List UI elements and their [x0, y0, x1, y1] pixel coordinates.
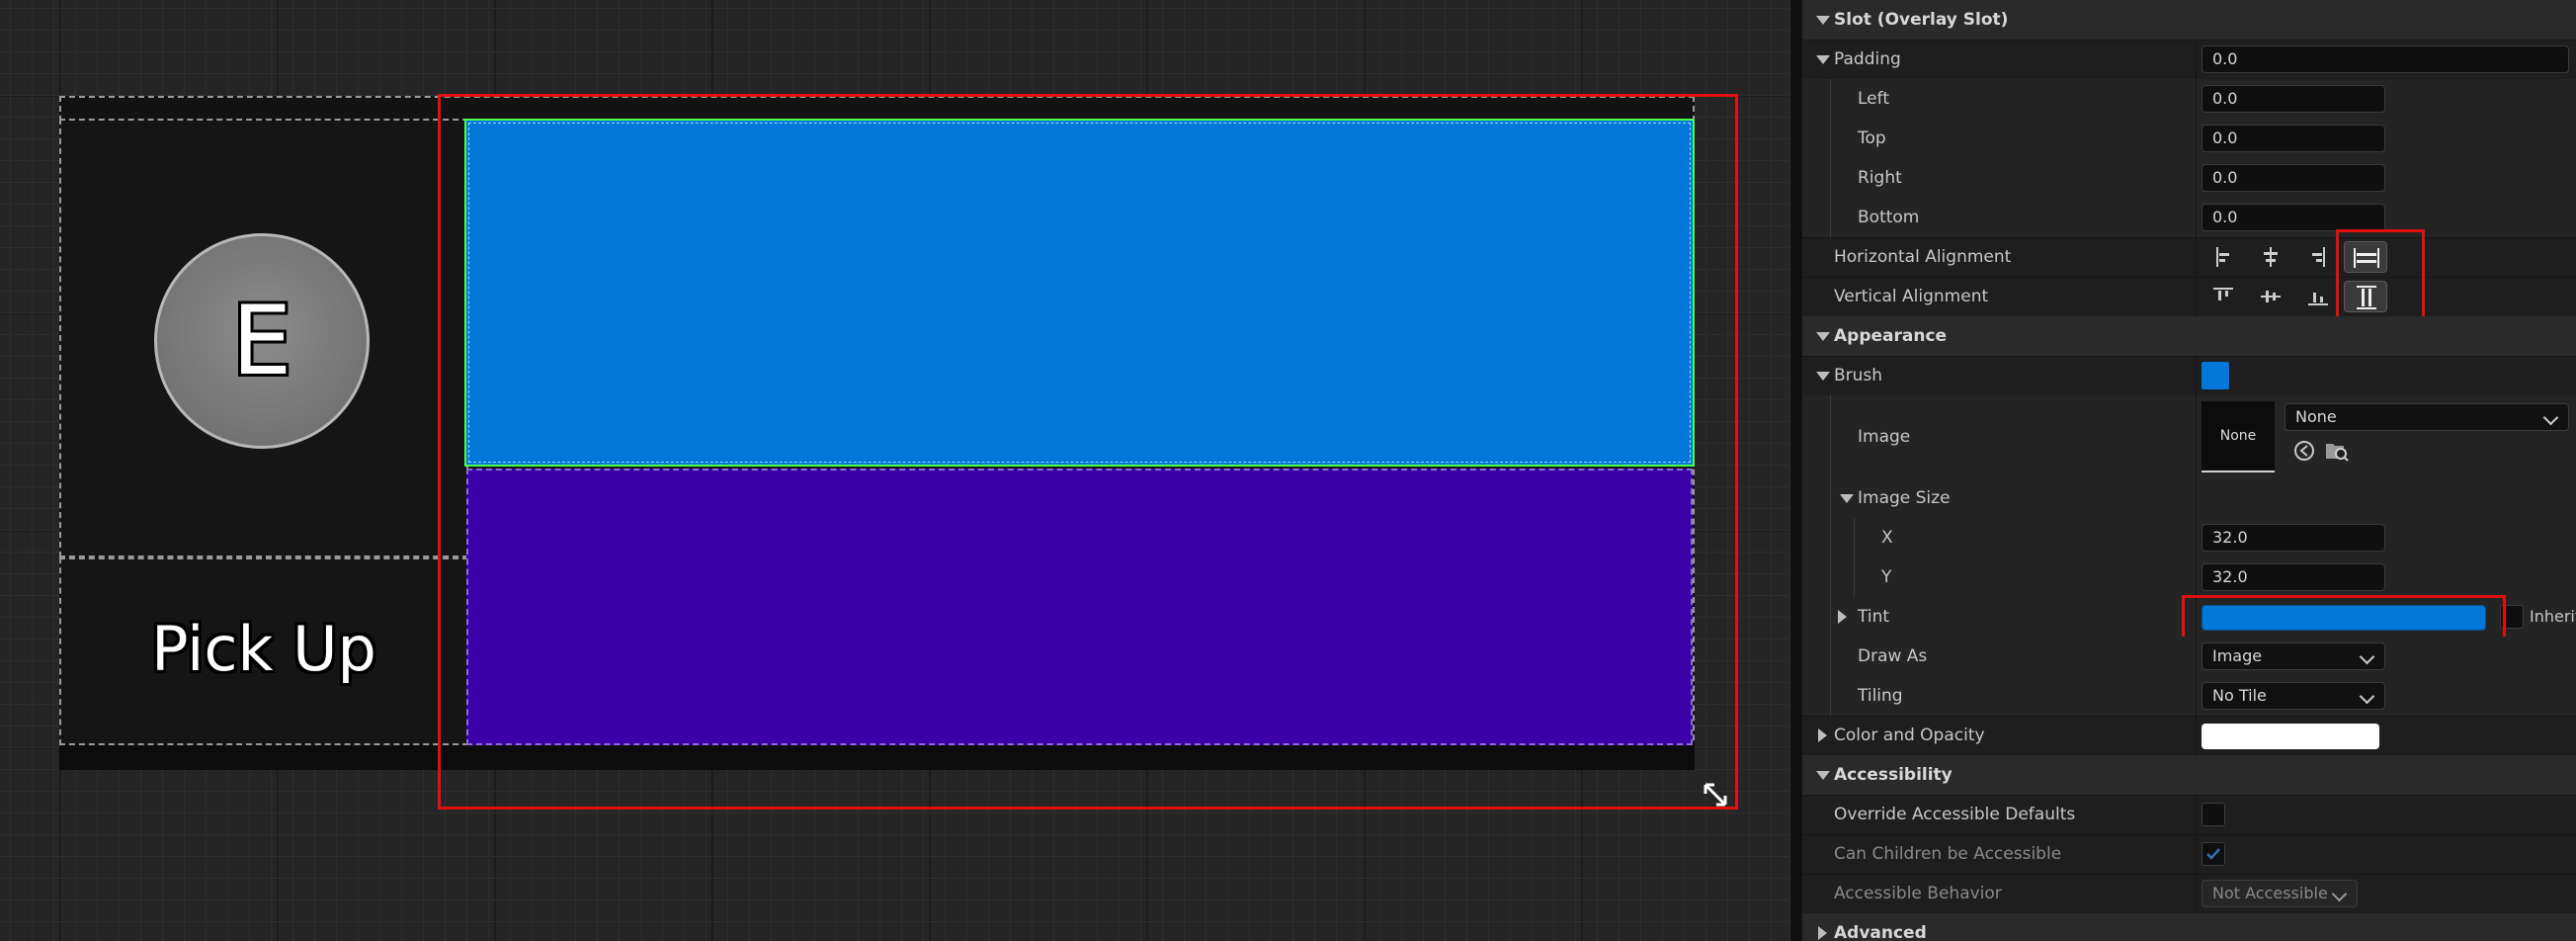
row-image-size-x: X 32.0: [1802, 518, 2576, 558]
tiling-label: Tiling: [1858, 686, 1903, 706]
valign-top-icon[interactable]: [2202, 281, 2245, 312]
padding-bottom-field[interactable]: 0.0: [2202, 204, 2385, 231]
category-advanced[interactable]: Advanced: [1802, 913, 2576, 941]
valign-bottom-icon[interactable]: [2296, 281, 2340, 312]
row-color-and-opacity: Color and Opacity: [1802, 716, 2576, 756]
expand-arrow-icon[interactable]: [1816, 55, 1830, 64]
row-vertical-alignment: Vertical Alignment: [1802, 277, 2576, 317]
horizontal-alignment-label: Horizontal Alignment: [1834, 247, 2012, 267]
brush-label: Brush: [1834, 366, 1883, 385]
color-and-opacity-swatch[interactable]: [2202, 724, 2379, 749]
row-can-children-be-accessible: Can Children be Accessible: [1802, 834, 2576, 875]
brush-color-swatch[interactable]: [2202, 362, 2229, 389]
accessibility-header-label: Accessibility: [1834, 765, 1953, 785]
row-draw-as: Draw As Image: [1802, 637, 2576, 677]
browse-asset-icon[interactable]: [2324, 439, 2350, 463]
row-image-size-y: Y 32.0: [1802, 557, 2576, 598]
row-padding-bottom: Bottom 0.0: [1802, 198, 2576, 238]
chevron-down-icon: [2331, 886, 2348, 902]
accessible-behavior-label: Accessible Behavior: [1834, 884, 2002, 903]
align-left-icon[interactable]: [2202, 241, 2245, 273]
selection-outline[interactable]: [438, 94, 1738, 810]
padding-right-field[interactable]: 0.0: [2202, 164, 2385, 192]
chevron-down-icon: [2542, 409, 2559, 426]
align-center-icon[interactable]: [2249, 241, 2292, 273]
expand-arrow-icon[interactable]: [1818, 728, 1827, 742]
padding-label: Padding: [1834, 49, 1901, 69]
appearance-header-label: Appearance: [1834, 326, 1948, 346]
category-accessibility[interactable]: Accessibility: [1802, 755, 2576, 796]
padding-bottom-label: Bottom: [1858, 208, 1920, 227]
expand-arrow-icon[interactable]: [1816, 372, 1830, 381]
tiling-combo[interactable]: No Tile: [2202, 682, 2385, 710]
resize-handle-icon[interactable]: [1702, 781, 1729, 809]
image-label: Image: [1858, 427, 1911, 447]
image-asset-value: None: [2295, 407, 2337, 426]
row-override-accessible-defaults: Override Accessible Defaults: [1802, 795, 2576, 835]
accessible-behavior-value: Not Accessible: [2212, 884, 2328, 902]
padding-right-label: Right: [1858, 168, 1902, 188]
padding-left-field[interactable]: 0.0: [2202, 85, 2385, 113]
padding-left-label: Left: [1858, 89, 1889, 109]
row-padding-left: Left 0.0: [1802, 79, 2576, 120]
tint-label: Tint: [1858, 607, 1890, 627]
expand-arrow-icon[interactable]: [1818, 926, 1827, 940]
key-label: E: [231, 286, 292, 396]
expand-arrow-icon[interactable]: [1816, 771, 1830, 780]
can-children-be-accessible-label: Can Children be Accessible: [1834, 844, 2062, 864]
tint-inherit-label: Inherit: [2530, 607, 2576, 626]
image-thumbnail-text: None: [2219, 428, 2257, 444]
vertical-alignment-label: Vertical Alignment: [1834, 287, 1989, 306]
pick-up-label: Pick Up: [151, 613, 376, 685]
draw-as-value: Image: [2212, 646, 2263, 665]
category-slot[interactable]: Slot (Overlay Slot): [1802, 0, 2576, 41]
expand-arrow-icon[interactable]: [1838, 610, 1847, 624]
category-appearance[interactable]: Appearance: [1802, 316, 2576, 357]
details-panel: Slot (Overlay Slot) Padding 0.0 Left 0.0…: [1802, 0, 2576, 941]
row-tiling: Tiling No Tile: [1802, 676, 2576, 717]
image-asset-combo[interactable]: None: [2285, 403, 2569, 431]
padding-top-field[interactable]: 0.0: [2202, 125, 2385, 152]
advanced-header-label: Advanced: [1834, 923, 1927, 941]
image-size-x-field[interactable]: 32.0: [2202, 524, 2385, 552]
draw-as-label: Draw As: [1858, 646, 1928, 666]
override-accessible-defaults-label: Override Accessible Defaults: [1834, 805, 2076, 824]
override-accessible-defaults-checkbox[interactable]: [2202, 803, 2225, 826]
image-size-y-label: Y: [1881, 567, 1892, 587]
expand-arrow-icon[interactable]: [1816, 332, 1830, 341]
chevron-down-icon: [2359, 648, 2375, 665]
row-brush: Brush: [1802, 356, 2576, 396]
image-thumbnail[interactable]: None: [2202, 401, 2275, 472]
expand-arrow-icon[interactable]: [1816, 16, 1830, 25]
designer-canvas[interactable]: E Pick Up: [0, 0, 1788, 941]
align-right-icon[interactable]: [2296, 241, 2340, 273]
can-children-be-accessible-checkbox[interactable]: [2202, 842, 2225, 866]
draw-as-combo[interactable]: Image: [2202, 642, 2385, 670]
checkmark-icon: [2206, 848, 2220, 860]
chevron-down-icon: [2359, 688, 2375, 705]
slot-header-label: Slot (Overlay Slot): [1834, 10, 2009, 30]
use-selected-asset-icon[interactable]: [2292, 439, 2316, 463]
accessible-behavior-combo[interactable]: Not Accessible: [2202, 880, 2358, 907]
image-size-x-label: X: [1881, 528, 1893, 548]
row-padding-top: Top 0.0: [1802, 119, 2576, 159]
color-and-opacity-label: Color and Opacity: [1834, 726, 1985, 745]
panel-splitter[interactable]: [1788, 0, 1802, 941]
row-accessible-behavior: Accessible Behavior Not Accessible: [1802, 874, 2576, 914]
row-padding: Padding 0.0: [1802, 40, 2576, 80]
image-size-y-field[interactable]: 32.0: [2202, 563, 2385, 591]
padding-top-label: Top: [1858, 128, 1886, 148]
expand-arrow-icon[interactable]: [1840, 494, 1854, 503]
valign-center-icon[interactable]: [2249, 281, 2292, 312]
tiling-value: No Tile: [2212, 686, 2267, 705]
row-image: Image None None: [1802, 395, 2576, 479]
row-horizontal-alignment: Horizontal Alignment: [1802, 237, 2576, 278]
image-size-label: Image Size: [1858, 488, 1951, 508]
row-image-size: Image Size: [1802, 478, 2576, 519]
row-padding-right: Right 0.0: [1802, 158, 2576, 199]
padding-field[interactable]: 0.0: [2202, 45, 2569, 73]
